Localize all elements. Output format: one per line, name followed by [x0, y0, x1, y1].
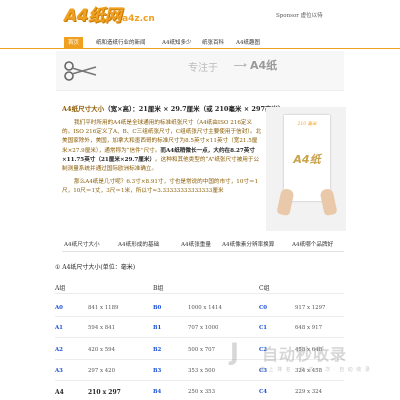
size-a2: A2: [55, 347, 63, 353]
size-b3-value: 353 x 500: [188, 368, 216, 374]
size-a0: A0: [55, 305, 63, 311]
logo-main-text: A4纸网: [64, 6, 122, 26]
article-paragraph-1: 我们平时所用的A4纸是全球通用的标准纸张尺寸（A4纸由ISO 216定义的。IS…: [62, 119, 262, 174]
sponsor-link[interactable]: Sponsor 虚位以待: [276, 11, 323, 19]
tab-a4-resolution[interactable]: A4纸像素分辨率换算: [222, 240, 274, 248]
article-paragraph-2: 那么A4纸是几寸呢？6.3寸×8.91寸，寸也是常说的中国的市寸，10寸＝1尺，…: [62, 179, 259, 195]
size-a3-value: 297 x 420: [88, 368, 116, 374]
size-c2-value: 458 x 648: [295, 347, 323, 353]
tab-a4-size[interactable]: A4纸尺寸大小: [64, 240, 100, 248]
article-title-rest: （宽×高）：21厘米 × 29.7厘米（或 210毫米 × 297毫米）: [104, 105, 285, 113]
banner-brand: A4纸: [250, 59, 278, 72]
size-c4: C4: [259, 389, 268, 395]
size-b0: B0: [153, 305, 162, 311]
size-b2-value: 500 x 707: [188, 347, 216, 353]
paper-sheet: 210 毫米 A4纸: [284, 115, 330, 201]
column-header-b: B组: [153, 285, 164, 292]
tab-a4-basis[interactable]: A4纸形成的基础: [118, 240, 159, 248]
size-b3: B3: [153, 368, 162, 374]
size-b0-value: 1000 x 1414: [188, 305, 222, 311]
article-intro: A4纸尺寸大小（宽×高）：21厘米 × 29.7厘米（或 210毫米 × 297…: [62, 103, 285, 201]
a4-paper-image: 210 毫米 A4纸: [266, 107, 346, 231]
size-a4: A4: [55, 389, 64, 396]
topic-tabs: A4纸尺寸大小 A4纸形成的基础 A4纸张重量 A4纸像素分辨率换算 A4纸哪个…: [62, 240, 344, 252]
column-header-a: A组: [55, 285, 66, 292]
size-a1-value: 594 x 841: [88, 325, 116, 331]
main-nav: 首页 纸和造纸行业的新闻 A4纸知多少 纸张百科 A4纸趣图: [0, 37, 400, 49]
article-title-prefix: A4纸尺寸大小: [62, 105, 105, 113]
size-a3: A3: [55, 368, 63, 374]
size-a2-value: 420 x 594: [88, 347, 116, 353]
table-divider: [55, 316, 344, 317]
logo-domain-text: a4z.cn: [122, 14, 155, 24]
size-c2: C2: [259, 347, 268, 353]
nav-item-a4-knowledge[interactable]: A4纸知多少: [158, 37, 195, 49]
size-a4-value: 210 x 297: [88, 389, 121, 396]
tab-a4-brand[interactable]: A4纸哪个品牌好: [292, 240, 333, 248]
size-c4-value: 229 x 324: [295, 389, 323, 395]
nav-item-home[interactable]: 首页: [64, 37, 84, 49]
size-b1: B1: [153, 325, 162, 331]
site-logo[interactable]: A4纸网 a4z.cn: [64, 6, 155, 26]
right-hand-icon: [319, 187, 338, 217]
size-c3-value: 324 x 458: [295, 368, 323, 374]
table-divider: [55, 359, 344, 360]
watermark-logo: J: [230, 338, 239, 366]
nav-item-news[interactable]: 纸和造纸行业的新闻: [92, 37, 150, 49]
size-b2: B2: [153, 347, 162, 353]
size-a1: A1: [55, 325, 63, 331]
table-divider: [55, 293, 344, 294]
paper-dimension-label: 210 毫米: [297, 122, 317, 127]
size-b1-value: 707 x 1000: [188, 325, 219, 331]
watermark-text: 自动秒收录: [262, 345, 348, 364]
column-header-c: C组: [259, 285, 270, 292]
banner: 专注于 A4纸: [56, 51, 344, 91]
nav-item-paper-encyclopedia[interactable]: 纸张百科: [198, 37, 228, 49]
size-b4-value: 250 x 353: [188, 389, 216, 395]
tab-a4-weight[interactable]: A4纸张重量: [181, 240, 211, 248]
table-divider: [55, 380, 344, 381]
site-header: A4纸网 a4z.cn Sponsor 虚位以待: [0, 0, 400, 32]
size-b4: B4: [153, 389, 162, 395]
arrow-right-icon: [234, 63, 247, 67]
size-c1-value: 648 x 917: [295, 325, 323, 331]
left-hand-icon: [276, 187, 295, 217]
scissors-icon: [64, 61, 97, 81]
size-c1: C1: [259, 325, 268, 331]
banner-slogan: 专注于: [188, 63, 218, 74]
size-a0-value: 841 x 1189: [88, 305, 119, 311]
size-c0-value: 917 x 1297: [295, 305, 326, 311]
size-c3: C3: [259, 368, 268, 374]
table-divider: [55, 337, 344, 338]
nav-item-fun-pictures[interactable]: A4纸趣图: [232, 37, 264, 49]
section-title: ① A4纸尺寸大小(单位：毫米): [55, 264, 136, 271]
size-c0: C0: [259, 305, 268, 311]
paper-label: A4纸: [293, 153, 321, 166]
